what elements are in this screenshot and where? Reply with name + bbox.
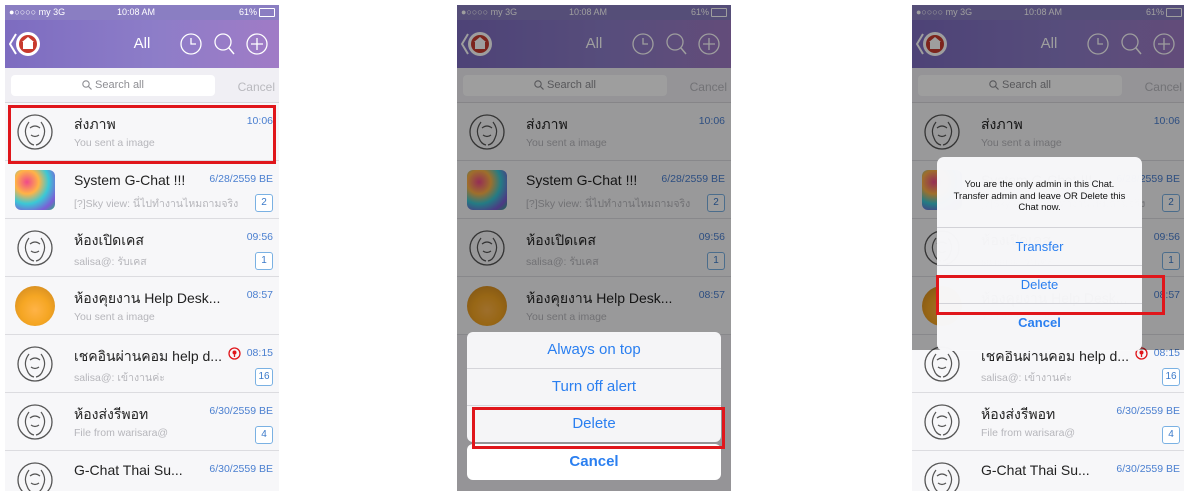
dialog-message: You are the only admin in this Chat. Tra… [953, 179, 1126, 213]
default-avatar-icon [15, 402, 55, 442]
chat-name: ห้องเปิดเคส [74, 232, 144, 248]
search-cancel-button[interactable]: Cancel [238, 80, 275, 94]
chat-name: ห้องส่งรีพอท [981, 406, 1056, 422]
unread-badge: 4 [1162, 426, 1180, 444]
chat-time: 6/30/2559 BE [1116, 463, 1180, 475]
chat-preview: salisa@: เข้างานค่ะ [981, 372, 1072, 384]
chat-name: ห้องคุยงาน Help Desk... [74, 290, 221, 306]
chat-time: 6/30/2559 BE [209, 405, 273, 417]
default-avatar-icon [15, 344, 55, 384]
chat-time: 08:15 [246, 347, 273, 359]
battery-icon [259, 8, 275, 17]
highlight-box [472, 407, 725, 449]
helpdesk-avatar-image [15, 286, 55, 326]
unread-badge: 16 [1162, 368, 1180, 386]
battery-percent: 61% [238, 7, 257, 17]
chat-name: System G-Chat !!! [74, 172, 186, 188]
highlight-box [8, 105, 276, 164]
status-bar: ●○○○○ my 3G 10:08 AM 61% [5, 5, 279, 20]
search-icon [82, 80, 92, 90]
chat-row[interactable]: System G-Chat !!! [?]Sky view: นี่ไปทำงา… [5, 161, 279, 219]
chat-preview: File from warisara@ [74, 427, 169, 439]
clock: 10:08 AM [117, 7, 156, 17]
chat-row[interactable]: ห้องส่งรีพอท File from warisara@ 6/30/25… [912, 393, 1184, 451]
default-avatar-icon [15, 228, 55, 268]
phone-screen-chat-list: ●○○○○ my 3G 10:08 AM 61% All Search all … [5, 5, 279, 491]
highlight-box [936, 275, 1165, 315]
default-avatar-icon [922, 460, 962, 491]
history-icon[interactable] [180, 33, 202, 55]
admin-alert-dialog: You are the only admin in this Chat. Tra… [937, 157, 1142, 351]
location-pin-icon [228, 347, 241, 360]
chat-preview: You sent a image [74, 311, 155, 323]
chat-preview: salisa@: รับเคส [74, 256, 147, 268]
carrier-label: ●○○○○ my 3G [9, 7, 66, 17]
unread-badge: 1 [255, 252, 273, 270]
unread-badge: 4 [255, 426, 273, 444]
chat-time: 08:57 [246, 289, 273, 301]
chat-row[interactable]: ห้องคุยงาน Help Desk... You sent a image… [5, 277, 279, 335]
nav-bar: All [5, 20, 279, 68]
action-sheet-cancel-button[interactable]: Cancel [467, 444, 721, 480]
chat-row[interactable]: G-Chat Thai Su... 6/30/2559 BE [5, 451, 279, 491]
chat-preview: File from warisara@ [981, 427, 1076, 439]
chat-row[interactable]: ห้องส่งรีพอท File from warisara@ 6/30/25… [5, 393, 279, 451]
phone-screen-action-sheet: ●○○○○ my 3G 10:08 AM 61% All Search all … [457, 5, 731, 491]
chat-preview: [?]Sky view: นี่ไปทำงานไหมถามจริง [74, 198, 239, 210]
chat-name: G-Chat Thai Su... [981, 462, 1090, 478]
chat-name: เชคอินผ่านคอม help d... [74, 348, 222, 364]
turn-off-alert-button[interactable]: Turn off alert [467, 369, 721, 406]
phone-screen-admin-dialog: ●○○○○ my 3G 10:08 AM 61% All Search all … [912, 5, 1184, 491]
always-on-top-button[interactable]: Always on top [467, 332, 721, 369]
chat-time: 6/30/2559 BE [1116, 405, 1180, 417]
add-icon[interactable] [246, 33, 268, 55]
default-avatar-icon [922, 402, 962, 442]
chat-time: 09:56 [246, 231, 273, 243]
unread-badge: 16 [255, 368, 273, 386]
transfer-button[interactable]: Transfer [937, 227, 1142, 265]
chat-name: G-Chat Thai Su... [74, 462, 183, 478]
search-placeholder: Search all [95, 79, 144, 91]
chat-time: 6/28/2559 BE [209, 173, 273, 185]
chat-time: 6/30/2559 BE [209, 463, 273, 475]
chat-row[interactable]: G-Chat Thai Su... 6/30/2559 BE [912, 451, 1184, 491]
search-row: Search all Cancel [5, 68, 279, 103]
system-avatar-image [15, 170, 55, 210]
chat-preview: salisa@: เข้างานค่ะ [74, 372, 165, 384]
chat-row[interactable]: ห้องเปิดเคส salisa@: รับเคส 09:56 1 [5, 219, 279, 277]
chat-name: ห้องส่งรีพอท [74, 406, 149, 422]
search-icon[interactable] [214, 33, 235, 55]
search-input[interactable]: Search all [11, 75, 215, 96]
unread-badge: 2 [255, 194, 273, 212]
default-avatar-icon [15, 460, 55, 491]
chat-row[interactable]: เชคอินผ่านคอม help d... salisa@: เข้างาน… [5, 335, 279, 393]
